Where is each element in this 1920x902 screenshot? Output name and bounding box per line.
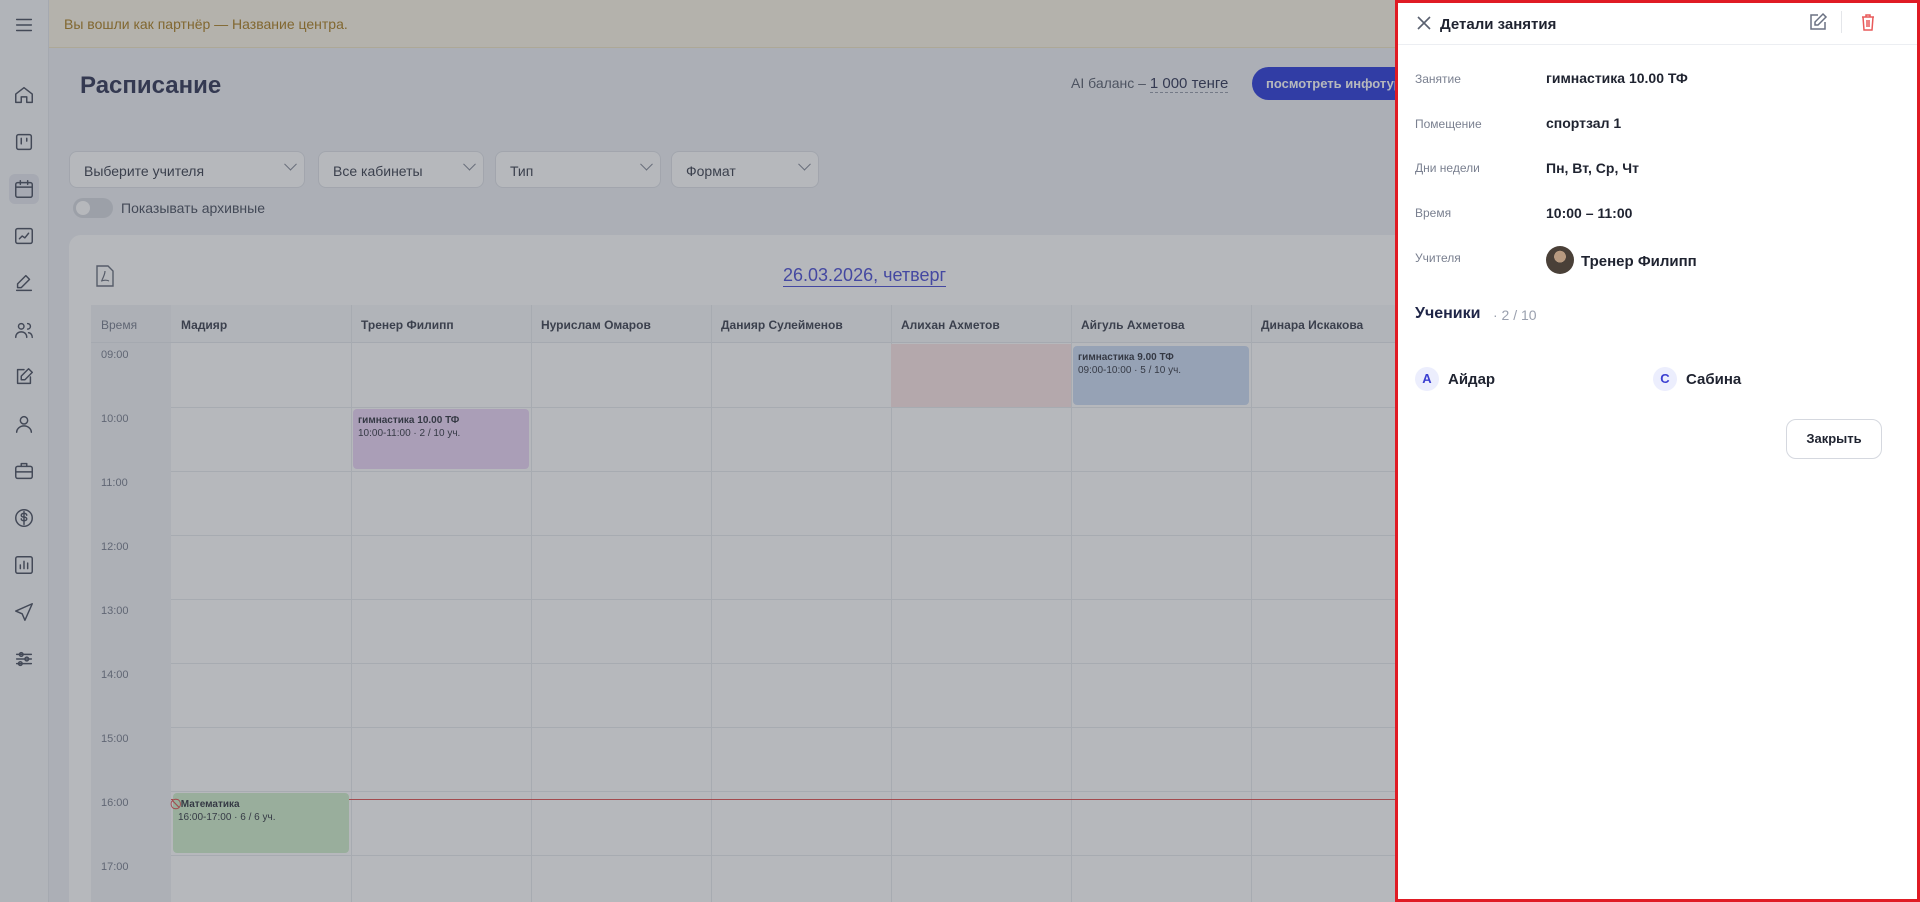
trash-icon[interactable]: [1858, 12, 1878, 32]
student-initial-badge: А: [1415, 367, 1439, 391]
teacher-label: Учителя: [1415, 251, 1461, 265]
room-value: спортзал 1: [1546, 115, 1622, 131]
student-name[interactable]: Сабина: [1686, 371, 1741, 388]
close-button[interactable]: Закрыть: [1786, 419, 1882, 459]
header-divider: [1841, 11, 1842, 33]
students-title: Ученики: [1415, 305, 1481, 322]
lesson-label: Занятие: [1415, 72, 1461, 86]
time-value: 10:00 – 11:00: [1546, 205, 1633, 221]
teacher-name[interactable]: Тренер Филипп: [1581, 253, 1697, 270]
drawer-title: Детали занятия: [1440, 16, 1557, 33]
days-value: Пн, Вт, Ср, Чт: [1546, 160, 1639, 176]
student-initial-badge: С: [1653, 367, 1677, 391]
teacher-avatar: [1546, 246, 1574, 274]
room-label: Помещение: [1415, 117, 1482, 131]
drawer-header: Детали занятия: [1398, 3, 1917, 45]
students-count: · 2 / 10: [1493, 307, 1537, 323]
time-label: Время: [1415, 206, 1452, 220]
student-name[interactable]: Айдар: [1448, 371, 1495, 388]
lesson-details-drawer: Детали занятия Занятие гимнастика 10.00 …: [1395, 0, 1920, 902]
lesson-value: гимнастика 10.00 ТФ: [1546, 70, 1688, 86]
days-label: Дни недели: [1415, 161, 1480, 175]
edit-icon[interactable]: [1808, 12, 1828, 32]
close-icon[interactable]: [1416, 15, 1432, 31]
